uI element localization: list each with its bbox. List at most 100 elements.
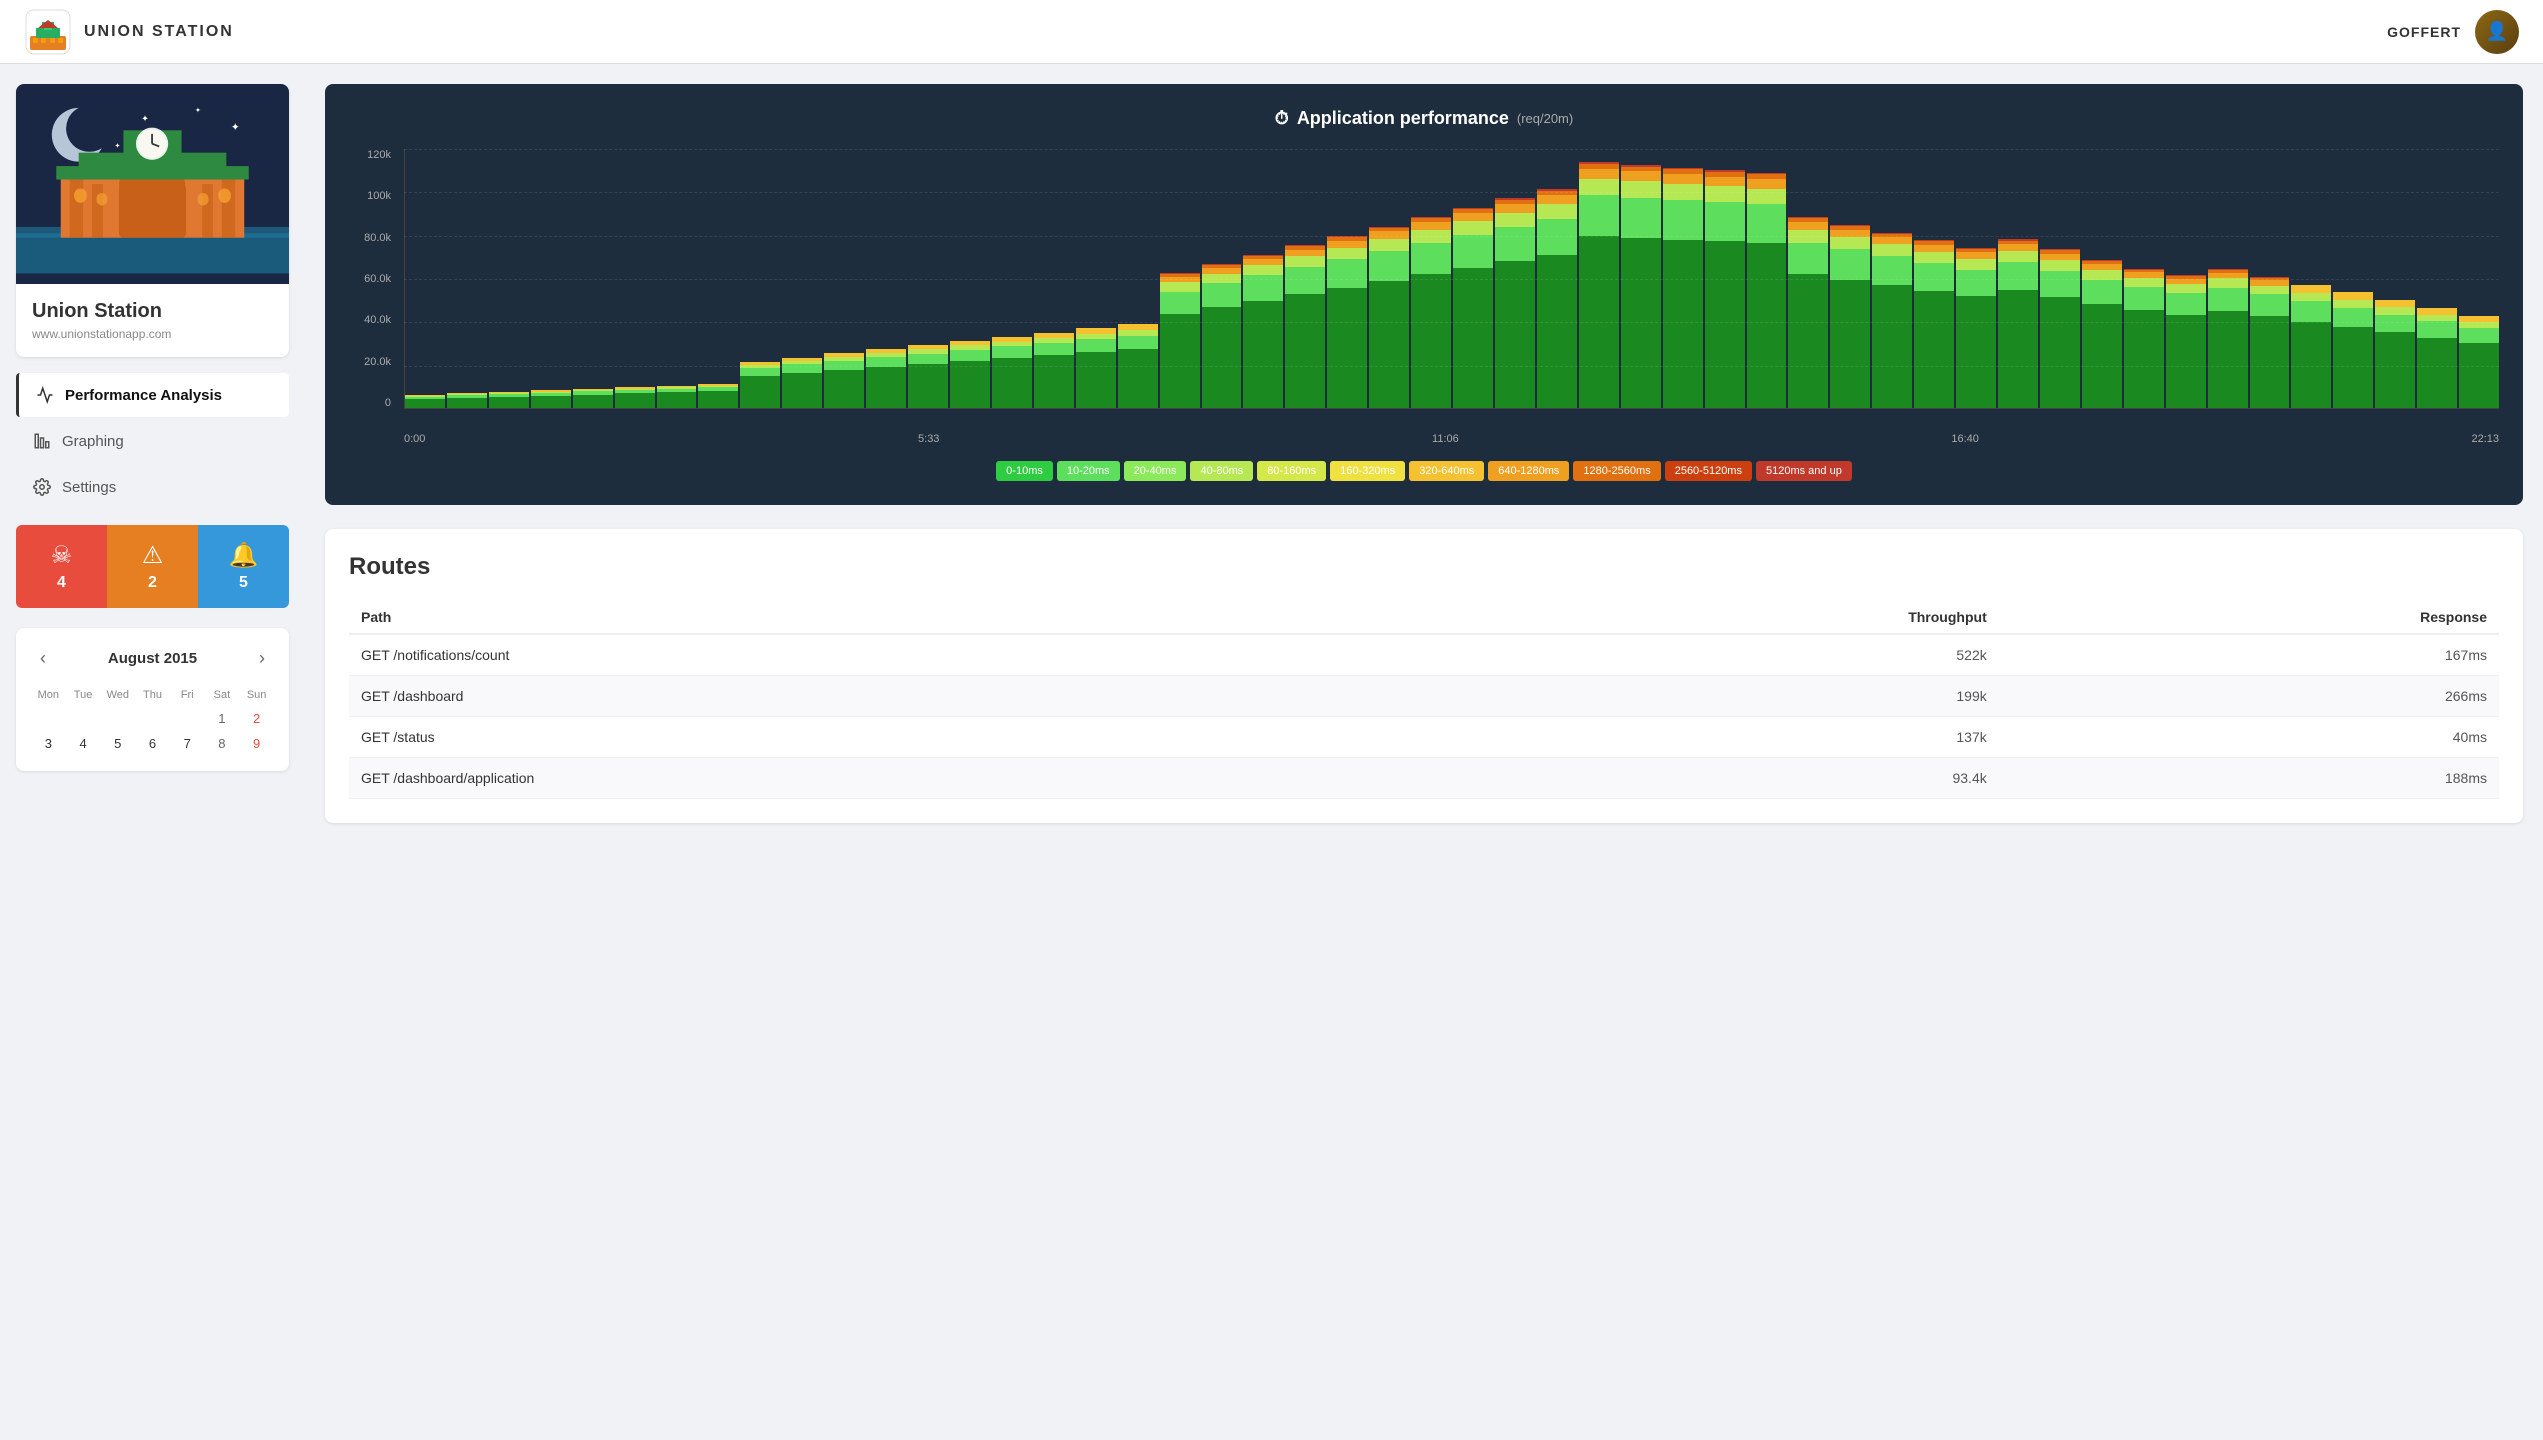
sidebar: ✦ ✦ ✦ ✦ ✦ — [0, 64, 305, 1440]
sidebar-item-settings[interactable]: Settings — [16, 465, 289, 509]
bar-segment — [1537, 255, 1577, 408]
bar-group — [2333, 149, 2373, 408]
nav-settings-label: Settings — [62, 479, 116, 496]
alert-warning[interactable]: ⚠ 2 — [107, 525, 198, 608]
bar-segment — [657, 392, 697, 408]
calendar-day[interactable]: 5 — [101, 732, 134, 755]
calendar-day[interactable]: 1 — [206, 707, 239, 730]
route-throughput: 137k — [1435, 717, 1999, 758]
bar-segment — [615, 393, 655, 408]
calendar-next[interactable]: › — [251, 644, 273, 673]
calendar-day[interactable]: 3 — [32, 732, 65, 755]
bar-segment — [1160, 314, 1200, 408]
calendar-day[interactable]: 2 — [240, 707, 273, 730]
route-path: GET /status — [349, 717, 1435, 758]
bar-segment — [824, 361, 864, 370]
avatar: 👤 — [2475, 10, 2519, 54]
bar-segment — [1872, 256, 1912, 285]
legend-item: 160-320ms — [1330, 461, 1405, 481]
bar-segment — [1537, 219, 1577, 255]
x-axis-label: 0:00 — [404, 433, 425, 445]
sidebar-item-graphing[interactable]: Graphing — [16, 419, 289, 463]
bar-segment — [866, 357, 906, 367]
bar-segment — [950, 350, 990, 361]
chart-x-labels: 0:005:3311:0616:4022:13 — [404, 429, 2499, 445]
bar-segment — [2250, 316, 2290, 408]
table-row: GET /notifications/count 522k 167ms — [349, 634, 2499, 676]
bar-segment — [1914, 291, 1954, 408]
alert-info[interactable]: 🔔 5 — [198, 525, 289, 608]
bar-segment — [2124, 310, 2164, 408]
calendar-title: August 2015 — [108, 650, 197, 667]
bar-segment — [2333, 327, 2373, 408]
calendar-day[interactable]: 7 — [171, 732, 204, 755]
col-throughput: Throughput — [1435, 601, 1999, 634]
col-path: Path — [349, 601, 1435, 634]
app-info: Union Station www.unionstationapp.com — [16, 284, 289, 357]
bar-segment — [740, 368, 780, 376]
bar-segment — [1243, 275, 1283, 300]
bar-segment — [1243, 265, 1283, 275]
bar-segment — [2166, 315, 2206, 408]
bar-segment — [1327, 259, 1367, 287]
bar-group — [1285, 149, 1325, 408]
bar-segment — [908, 364, 948, 408]
bar-group — [1160, 149, 1200, 408]
bar-segment — [1369, 239, 1409, 251]
bar-segment — [2040, 297, 2080, 408]
bar-segment — [1202, 307, 1242, 408]
route-response: 40ms — [1999, 717, 2499, 758]
bar-group — [1369, 149, 1409, 408]
bar-segment — [1663, 174, 1703, 184]
y-axis-label: 120k — [367, 149, 391, 161]
bar-segment — [2375, 307, 2415, 314]
calendar-prev[interactable]: ‹ — [32, 644, 54, 673]
nav-graphing-label: Graphing — [62, 433, 124, 450]
calendar-empty-cell — [136, 707, 169, 730]
route-response: 266ms — [1999, 676, 2499, 717]
bar-segment — [2208, 278, 2248, 287]
calendar-day[interactable]: 6 — [136, 732, 169, 755]
col-response: Response — [1999, 601, 2499, 634]
calendar-day-name: Thu — [136, 685, 169, 705]
bar-segment — [992, 358, 1032, 408]
bar-group — [615, 149, 655, 408]
bar-segment — [1956, 259, 1996, 270]
calendar-empty-cell — [67, 707, 100, 730]
sidebar-item-performance[interactable]: Performance Analysis — [16, 373, 289, 417]
bar-group — [1243, 149, 1283, 408]
bar-segment — [782, 373, 822, 408]
bar-segment — [1956, 270, 1996, 296]
bar-segment — [2082, 280, 2122, 305]
bar-group — [1788, 149, 1828, 408]
bar-group — [2124, 149, 2164, 408]
bar-segment — [2250, 286, 2290, 295]
bar-segment — [2333, 292, 2373, 300]
legend-item: 0-10ms — [996, 461, 1053, 481]
table-row: GET /dashboard 199k 266ms — [349, 676, 2499, 717]
bar-group — [1998, 149, 2038, 408]
bar-segment — [1327, 248, 1367, 260]
bar-group — [782, 149, 822, 408]
station-scene: ✦ ✦ ✦ ✦ ✦ — [16, 84, 289, 284]
bar-group — [1495, 149, 1535, 408]
bar-segment — [1034, 343, 1074, 355]
table-row: GET /status 137k 40ms — [349, 717, 2499, 758]
chart-area: 120k100k80.0k60.0k40.0k20.0k0 — [349, 149, 2499, 429]
bar-segment — [1327, 288, 1367, 408]
calendar-day[interactable]: 8 — [206, 732, 239, 755]
username: GOFFERT — [2387, 24, 2461, 40]
skull-icon: ☠ — [51, 541, 73, 570]
calendar-day[interactable]: 9 — [240, 732, 273, 755]
clock-icon: ⏱ — [1275, 108, 1289, 129]
bar-group — [2208, 149, 2248, 408]
bar-segment — [1202, 283, 1242, 307]
bar-segment — [2375, 315, 2415, 333]
alert-danger[interactable]: ☠ 4 — [16, 525, 107, 608]
bar-segment — [1411, 243, 1451, 274]
bar-segment — [2124, 287, 2164, 310]
bar-segment — [2082, 270, 2122, 280]
calendar-day[interactable]: 4 — [67, 732, 100, 755]
bar-segment — [2333, 308, 2373, 327]
bar-segment — [1747, 204, 1787, 243]
